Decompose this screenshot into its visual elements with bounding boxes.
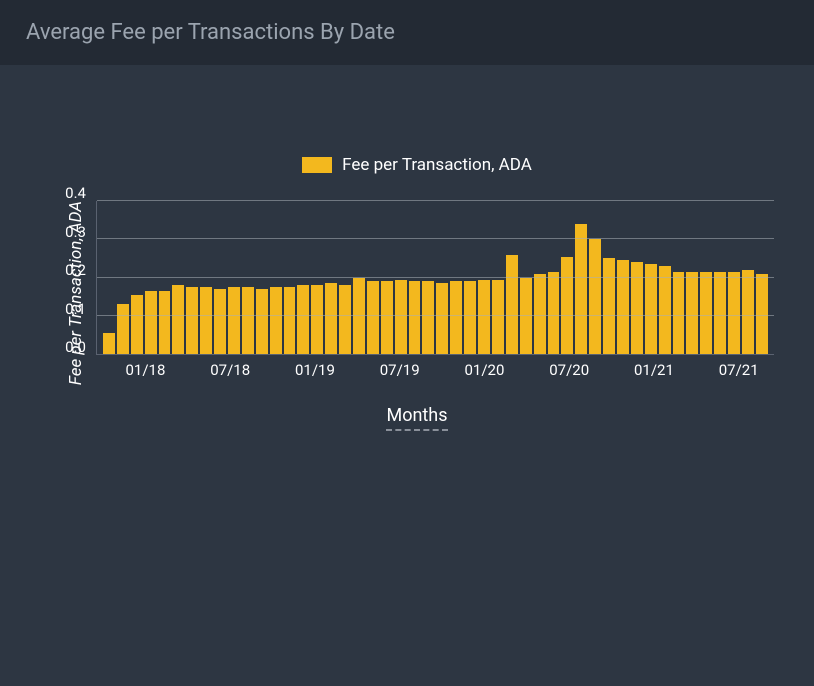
x-tick: 07/21 — [719, 361, 759, 379]
x-tick: 01/21 — [634, 361, 674, 379]
bar[interactable] — [659, 266, 671, 354]
grid-line — [97, 277, 774, 278]
bar[interactable] — [242, 287, 254, 354]
bar[interactable] — [603, 258, 615, 354]
bar[interactable] — [284, 287, 296, 354]
bar[interactable] — [325, 283, 337, 354]
bar[interactable] — [353, 278, 365, 355]
x-tick: 07/18 — [210, 361, 250, 379]
legend-swatch — [302, 157, 332, 173]
chart-legend: Fee per Transaction, ADA — [60, 155, 774, 175]
bar[interactable] — [145, 291, 157, 354]
bar[interactable] — [270, 287, 282, 354]
bar[interactable] — [742, 270, 754, 354]
legend-label: Fee per Transaction, ADA — [342, 155, 532, 175]
x-axis-label[interactable]: Months — [386, 405, 447, 431]
bar[interactable] — [450, 281, 462, 354]
bar[interactable] — [311, 285, 323, 354]
panel-title: Average Fee per Transactions By Date — [26, 20, 395, 45]
bar[interactable] — [214, 289, 226, 354]
bar[interactable] — [506, 255, 518, 355]
x-axis: 01/18 07/18 01/19 07/19 01/20 07/20 01/21 07/21 — [96, 355, 774, 385]
bar[interactable] — [464, 281, 476, 354]
plot-area — [96, 201, 774, 355]
bar[interactable] — [422, 281, 434, 354]
x-tick: 07/20 — [549, 361, 589, 379]
chart-container: Fee per Transaction, ADA Fee per Transac… — [0, 65, 814, 451]
panel-header: Average Fee per Transactions By Date — [0, 0, 814, 65]
bar[interactable] — [367, 281, 379, 354]
x-tick: 01/19 — [295, 361, 335, 379]
bar[interactable] — [186, 287, 198, 354]
bar[interactable] — [256, 289, 268, 354]
grid-line — [97, 315, 774, 316]
bar[interactable] — [492, 280, 504, 355]
bar[interactable] — [297, 285, 309, 354]
bar[interactable] — [172, 285, 184, 354]
bar[interactable] — [686, 272, 698, 354]
grid-line — [97, 200, 774, 201]
x-tick: 01/20 — [464, 361, 504, 379]
bar[interactable] — [700, 272, 712, 354]
bar[interactable] — [548, 272, 560, 354]
bar[interactable] — [561, 257, 573, 355]
bar[interactable] — [409, 281, 421, 354]
grid-line — [97, 238, 774, 239]
bar[interactable] — [117, 304, 129, 354]
bar[interactable] — [131, 295, 143, 354]
x-tick: 07/19 — [380, 361, 420, 379]
bar[interactable] — [728, 272, 740, 354]
x-tick: 01/18 — [125, 361, 165, 379]
bar[interactable] — [714, 272, 726, 354]
bar[interactable] — [339, 285, 351, 354]
bar[interactable] — [575, 224, 587, 354]
bar[interactable] — [228, 287, 240, 354]
plot-outer: Fee per Transaction, ADA 0.40.30.20.10.0… — [60, 201, 774, 385]
bar[interactable] — [589, 239, 601, 354]
bar[interactable] — [159, 291, 171, 354]
bar[interactable] — [395, 280, 407, 355]
bar[interactable] — [645, 264, 657, 354]
bar[interactable] — [673, 272, 685, 354]
bar[interactable] — [520, 278, 532, 355]
x-axis-label-wrap: Months — [60, 405, 774, 431]
bar[interactable] — [436, 283, 448, 354]
bar[interactable] — [381, 281, 393, 354]
bar[interactable] — [200, 287, 212, 354]
bar[interactable] — [103, 333, 115, 354]
bar[interactable] — [478, 280, 490, 355]
y-axis: 0.40.30.20.10.0 — [86, 201, 96, 355]
bar[interactable] — [617, 260, 629, 354]
